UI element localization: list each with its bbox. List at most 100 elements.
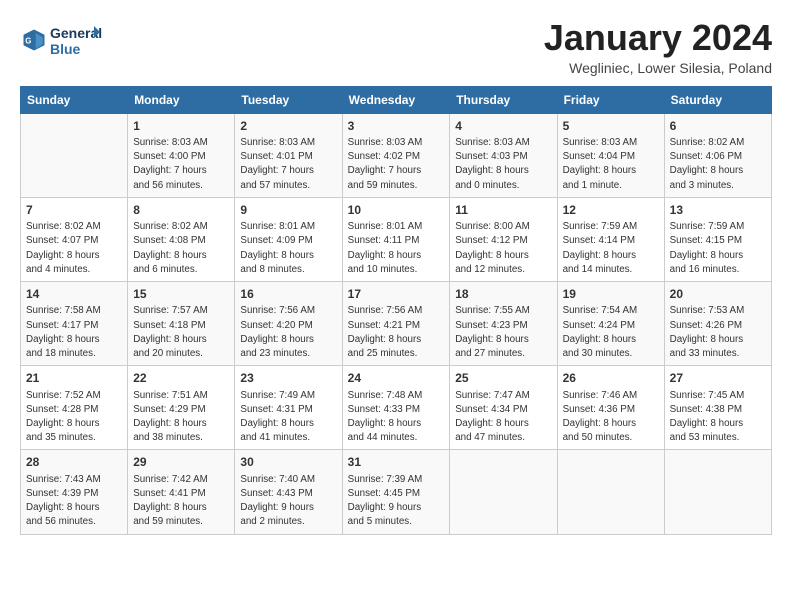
day-number: 28 [26, 454, 122, 471]
day-info: Sunrise: 7:59 AM Sunset: 4:14 PM Dayligh… [563, 220, 659, 277]
day-info: Sunrise: 7:55 AM Sunset: 4:23 PM Dayligh… [455, 304, 551, 361]
day-info: Sunrise: 7:56 AM Sunset: 4:21 PM Dayligh… [348, 304, 445, 361]
day-info: Sunrise: 7:47 AM Sunset: 4:34 PM Dayligh… [455, 389, 551, 446]
calendar-cell: 3Sunrise: 8:03 AM Sunset: 4:02 PM Daylig… [342, 113, 450, 197]
day-info: Sunrise: 7:59 AM Sunset: 4:15 PM Dayligh… [670, 220, 766, 277]
calendar-cell: 25 Sunrise: 7:47 AM Sunset: 4:34 PM Dayli… [450, 366, 557, 450]
day-info: Sunrise: 8:02 AM Sunset: 4:08 PM Dayligh… [133, 220, 229, 277]
day-number: 19 [563, 286, 659, 303]
col-sunday: Sunday [21, 86, 128, 113]
calendar-cell: 28Sunrise: 7:43 AM Sunset: 4:39 PM Dayli… [21, 450, 128, 534]
calendar-cell: 21 Sunrise: 7:52 AM Sunset: 4:28 PM Dayli… [21, 366, 128, 450]
calendar-cell: 18Sunrise: 7:55 AM Sunset: 4:23 PM Dayli… [450, 282, 557, 366]
day-info: Sunrise: 7:57 AM Sunset: 4:18 PM Dayligh… [133, 304, 229, 361]
day-number: 4 [455, 118, 551, 135]
day-number: 3 [348, 118, 445, 135]
week-row-2: 14Sunrise: 7:58 AM Sunset: 4:17 PM Dayli… [21, 282, 772, 366]
calendar-cell: 5Sunrise: 8:03 AM Sunset: 4:04 PM Daylig… [557, 113, 664, 197]
calendar-cell [21, 113, 128, 197]
calendar-body: 1Sunrise: 8:03 AM Sunset: 4:00 PM Daylig… [21, 113, 772, 534]
calendar-table: Sunday Monday Tuesday Wednesday Thursday… [20, 86, 772, 535]
day-number: 24 [348, 370, 445, 387]
calendar-cell: 14Sunrise: 7:58 AM Sunset: 4:17 PM Dayli… [21, 282, 128, 366]
header-row: Sunday Monday Tuesday Wednesday Thursday… [21, 86, 772, 113]
day-number: 20 [670, 286, 766, 303]
calendar-cell: 20Sunrise: 7:53 AM Sunset: 4:26 PM Dayli… [664, 282, 771, 366]
day-info: Sunrise: 7:45 AM Sunset: 4:38 PM Dayligh… [670, 389, 766, 446]
month-title: January 2024 [544, 18, 772, 58]
calendar-cell: 13Sunrise: 7:59 AM Sunset: 4:15 PM Dayli… [664, 197, 771, 281]
calendar-cell: 11Sunrise: 8:00 AM Sunset: 4:12 PM Dayli… [450, 197, 557, 281]
day-number: 13 [670, 202, 766, 219]
day-info: Sunrise: 8:03 AM Sunset: 4:02 PM Dayligh… [348, 136, 445, 193]
day-info: Sunrise: 8:03 AM Sunset: 4:00 PM Dayligh… [133, 136, 229, 193]
calendar-cell [450, 450, 557, 534]
day-info: Sunrise: 7:51 AM Sunset: 4:29 PM Dayligh… [133, 389, 229, 446]
calendar-cell: 22 Sunrise: 7:51 AM Sunset: 4:29 PM Dayli… [128, 366, 235, 450]
calendar-cell: 15Sunrise: 7:57 AM Sunset: 4:18 PM Dayli… [128, 282, 235, 366]
calendar-cell: 16Sunrise: 7:56 AM Sunset: 4:20 PM Dayli… [235, 282, 342, 366]
day-number: 6 [670, 118, 766, 135]
col-saturday: Saturday [664, 86, 771, 113]
calendar-cell: 30 Sunrise: 7:40 AM Sunset: 4:43 PM Dayli… [235, 450, 342, 534]
header: G General Blue January 2024 Wegliniec, L… [20, 18, 772, 76]
calendar-cell [664, 450, 771, 534]
calendar-cell: 8Sunrise: 8:02 AM Sunset: 4:08 PM Daylig… [128, 197, 235, 281]
calendar-cell: 7Sunrise: 8:02 AM Sunset: 4:07 PM Daylig… [21, 197, 128, 281]
day-number: 25 [455, 370, 551, 387]
day-number: 17 [348, 286, 445, 303]
col-wednesday: Wednesday [342, 86, 450, 113]
day-info: Sunrise: 8:02 AM Sunset: 4:07 PM Dayligh… [26, 220, 122, 277]
day-info: Sunrise: 8:01 AM Sunset: 4:09 PM Dayligh… [240, 220, 336, 277]
day-number: 21 [26, 370, 122, 387]
location-subtitle: Wegliniec, Lower Silesia, Poland [544, 60, 772, 76]
week-row-4: 28Sunrise: 7:43 AM Sunset: 4:39 PM Dayli… [21, 450, 772, 534]
calendar-cell: 24 Sunrise: 7:48 AM Sunset: 4:33 PM Dayli… [342, 366, 450, 450]
col-monday: Monday [128, 86, 235, 113]
calendar-cell: 19Sunrise: 7:54 AM Sunset: 4:24 PM Dayli… [557, 282, 664, 366]
week-row-0: 1Sunrise: 8:03 AM Sunset: 4:00 PM Daylig… [21, 113, 772, 197]
day-number: 14 [26, 286, 122, 303]
calendar-cell: 23Sunrise: 7:49 AM Sunset: 4:31 PM Dayli… [235, 366, 342, 450]
day-info: Sunrise: 8:03 AM Sunset: 4:04 PM Dayligh… [563, 136, 659, 193]
calendar-cell [557, 450, 664, 534]
logo: G General Blue [20, 22, 102, 58]
day-info: Sunrise: 7:52 AM Sunset: 4:28 PM Dayligh… [26, 389, 122, 446]
day-number: 10 [348, 202, 445, 219]
day-number: 7 [26, 202, 122, 219]
day-info: Sunrise: 7:54 AM Sunset: 4:24 PM Dayligh… [563, 304, 659, 361]
col-friday: Friday [557, 86, 664, 113]
col-tuesday: Tuesday [235, 86, 342, 113]
day-number: 22 [133, 370, 229, 387]
svg-text:G: G [25, 37, 31, 46]
day-info: Sunrise: 8:00 AM Sunset: 4:12 PM Dayligh… [455, 220, 551, 277]
day-info: Sunrise: 7:40 AM Sunset: 4:43 PM Dayligh… [240, 473, 336, 530]
day-info: Sunrise: 7:53 AM Sunset: 4:26 PM Dayligh… [670, 304, 766, 361]
col-thursday: Thursday [450, 86, 557, 113]
calendar-cell: 2Sunrise: 8:03 AM Sunset: 4:01 PM Daylig… [235, 113, 342, 197]
day-number: 31 [348, 454, 445, 471]
day-number: 16 [240, 286, 336, 303]
day-info: Sunrise: 7:48 AM Sunset: 4:33 PM Dayligh… [348, 389, 445, 446]
day-number: 27 [670, 370, 766, 387]
day-info: Sunrise: 7:49 AM Sunset: 4:31 PM Dayligh… [240, 389, 336, 446]
day-info: Sunrise: 8:02 AM Sunset: 4:06 PM Dayligh… [670, 136, 766, 193]
logo-svg: General Blue [50, 22, 102, 58]
week-row-1: 7Sunrise: 8:02 AM Sunset: 4:07 PM Daylig… [21, 197, 772, 281]
calendar-cell: 26Sunrise: 7:46 AM Sunset: 4:36 PM Dayli… [557, 366, 664, 450]
calendar-cell: 27 Sunrise: 7:45 AM Sunset: 4:38 PM Dayli… [664, 366, 771, 450]
day-number: 15 [133, 286, 229, 303]
day-number: 5 [563, 118, 659, 135]
day-info: Sunrise: 8:01 AM Sunset: 4:11 PM Dayligh… [348, 220, 445, 277]
logo-text-area: General Blue [50, 22, 102, 58]
calendar-cell: 4Sunrise: 8:03 AM Sunset: 4:03 PM Daylig… [450, 113, 557, 197]
page-container: G General Blue January 2024 Wegliniec, L… [0, 0, 792, 545]
svg-text:Blue: Blue [50, 41, 81, 57]
calendar-cell: 10Sunrise: 8:01 AM Sunset: 4:11 PM Dayli… [342, 197, 450, 281]
day-info: Sunrise: 7:58 AM Sunset: 4:17 PM Dayligh… [26, 304, 122, 361]
day-number: 11 [455, 202, 551, 219]
day-number: 8 [133, 202, 229, 219]
day-info: Sunrise: 7:46 AM Sunset: 4:36 PM Dayligh… [563, 389, 659, 446]
day-number: 30 [240, 454, 336, 471]
logo-icon: G [20, 26, 48, 54]
